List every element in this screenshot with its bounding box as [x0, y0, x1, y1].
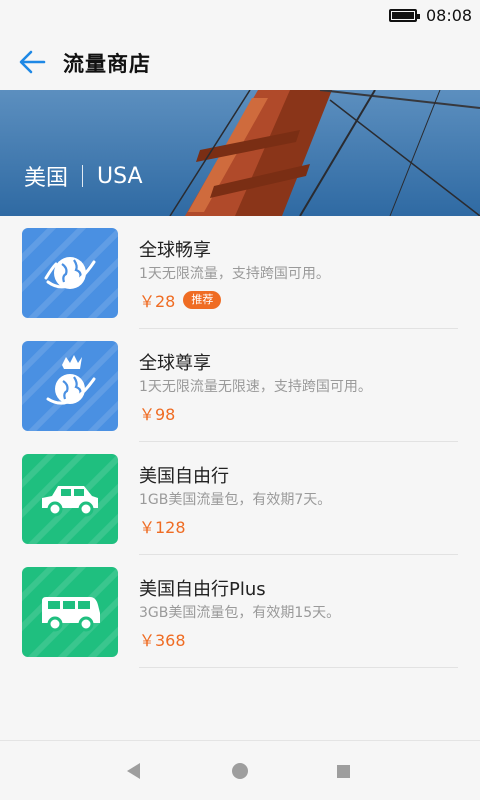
product-price-row: ￥28 推荐 [139, 288, 222, 312]
car-icon [22, 454, 118, 544]
product-price: ￥98 [139, 405, 176, 424]
title-separator [82, 165, 84, 187]
product-list: 全球畅享 1天无限流量，支持跨国可用。 ￥28 推荐 全球尊享 1天无限流量无限… [0, 216, 480, 668]
banner-title: 美国 USA [24, 160, 143, 192]
bridge-banner-image [0, 90, 480, 216]
product-description: 1天无限流量，支持跨国可用。 [139, 266, 330, 282]
country-name-cn: 美国 [24, 166, 69, 191]
product-name: 美国自由行Plus [139, 579, 266, 600]
country-banner: 美国 USA [0, 90, 480, 216]
van-icon [22, 567, 118, 657]
recents-square-icon[interactable] [337, 765, 350, 778]
product-price: ￥368 [139, 631, 186, 650]
crowned-globe-icon [22, 341, 118, 431]
product-item-usa-travel-plus[interactable]: 美国自由行Plus 3GB美国流量包，有效期15天。 ￥368 [0, 555, 480, 668]
product-item-global-enjoy[interactable]: 全球畅享 1天无限流量，支持跨国可用。 ￥28 推荐 [0, 216, 480, 329]
status-time: 08:08 [426, 6, 473, 25]
product-price: ￥128 [139, 518, 186, 537]
app-bar: 流量商店 [0, 32, 480, 90]
back-triangle-icon[interactable] [127, 763, 140, 779]
recommend-badge: 推荐 [183, 291, 222, 309]
back-button[interactable] [14, 44, 50, 80]
system-nav-bar [0, 740, 480, 800]
product-item-global-premium[interactable]: 全球尊享 1天无限流量无限速，支持跨国可用。 ￥98 [0, 329, 480, 442]
home-circle-icon[interactable] [232, 763, 248, 779]
country-name-en: USA [97, 163, 143, 189]
arrow-left-icon [19, 50, 46, 74]
page-title: 流量商店 [63, 52, 151, 76]
product-item-usa-travel[interactable]: 美国自由行 1GB美国流量包，有效期7天。 ￥128 [0, 442, 480, 555]
status-bar: 08:08 [0, 0, 480, 32]
battery-icon [389, 9, 420, 22]
product-description: 1天无限流量无限速，支持跨国可用。 [139, 379, 372, 395]
product-price-row: ￥98 [139, 401, 175, 425]
product-price: ￥28 [139, 292, 176, 311]
product-name: 全球畅享 [139, 240, 211, 261]
product-name: 全球尊享 [139, 353, 211, 374]
globe-icon [22, 228, 118, 318]
product-price-row: ￥128 [139, 514, 186, 538]
product-price-row: ￥368 [139, 627, 186, 651]
divider [139, 667, 458, 668]
product-description: 1GB美国流量包，有效期7天。 [139, 492, 332, 508]
product-description: 3GB美国流量包，有效期15天。 [139, 605, 341, 621]
product-name: 美国自由行 [139, 466, 229, 487]
